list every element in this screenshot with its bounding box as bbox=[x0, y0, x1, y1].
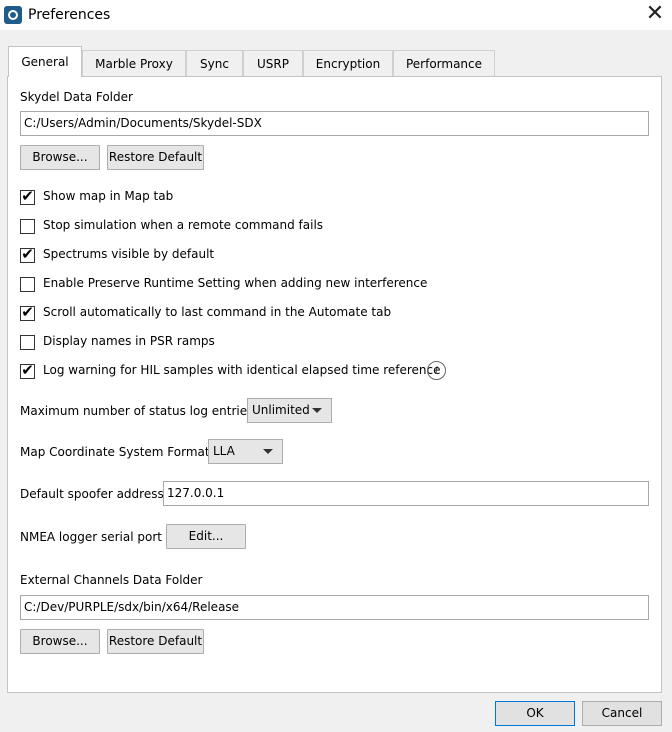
checkmark-icon bbox=[21, 217, 34, 232]
checkmark-icon: ✔ bbox=[21, 361, 34, 379]
tab-performance[interactable]: Performance bbox=[393, 50, 495, 77]
checkbox-label: Scroll automatically to last command in … bbox=[43, 305, 392, 319]
checkbox-label: Enable Preserve Runtime Setting when add… bbox=[43, 276, 428, 290]
checkbox-box[interactable] bbox=[20, 277, 35, 292]
coord-format-label: Map Coordinate System Format bbox=[20, 445, 210, 459]
checkbox-box[interactable] bbox=[20, 335, 35, 350]
ext-folder-browse-button[interactable]: Browse... bbox=[20, 629, 100, 654]
checkbox-label: Show map in Map tab bbox=[43, 189, 174, 203]
data-folder-input[interactable]: C:/Users/Admin/Documents/Skydel-SDX bbox=[20, 111, 649, 136]
tab-encryption[interactable]: Encryption bbox=[303, 50, 393, 77]
checkbox-label: Spectrums visible by default bbox=[43, 247, 215, 261]
tab-usrp[interactable]: USRP bbox=[243, 50, 303, 77]
checkbox-label: Display names in PSR ramps bbox=[43, 334, 215, 348]
app-logo-icon bbox=[4, 6, 22, 24]
window-title: Preferences bbox=[28, 7, 111, 23]
title-bar: Preferences ✕ bbox=[0, 0, 672, 30]
tab-marble-proxy[interactable]: Marble Proxy bbox=[82, 50, 186, 77]
checkmark-icon bbox=[21, 333, 34, 348]
nmea-edit-button[interactable]: Edit... bbox=[166, 524, 246, 549]
spoofer-address-input[interactable]: 127.0.0.1 bbox=[163, 481, 649, 506]
checkmark-icon: ✔ bbox=[21, 245, 34, 263]
coord-format-value: LLA bbox=[213, 444, 235, 458]
checkbox-label: Log warning for HIL samples with identic… bbox=[43, 363, 441, 377]
data-folder-restore-default-button[interactable]: Restore Default bbox=[107, 145, 204, 170]
data-folder-browse-button[interactable]: Browse... bbox=[20, 145, 100, 170]
checkbox-box[interactable]: ✔ bbox=[20, 303, 35, 321]
checkmark-icon: ✔ bbox=[21, 187, 34, 205]
max-log-value: Unlimited bbox=[252, 403, 310, 417]
chevron-down-icon bbox=[312, 408, 322, 413]
ext-folder-label: External Channels Data Folder bbox=[20, 573, 203, 587]
checkmark-icon bbox=[21, 275, 34, 290]
close-icon[interactable]: ✕ bbox=[640, 0, 670, 30]
ext-folder-restore-default-button[interactable]: Restore Default bbox=[107, 629, 204, 654]
spoofer-label: Default spoofer address bbox=[20, 487, 164, 501]
checkbox-box[interactable]: ✔ bbox=[20, 245, 35, 263]
checkbox-box[interactable]: ✔ bbox=[20, 361, 35, 379]
ext-folder-input[interactable]: C:/Dev/PURPLE/sdx/bin/x64/Release bbox=[20, 595, 649, 620]
checkbox-label: Stop simulation when a remote command fa… bbox=[43, 218, 324, 232]
checkbox-box[interactable] bbox=[20, 219, 35, 234]
tab-sync[interactable]: Sync bbox=[186, 50, 243, 77]
max-log-label: Maximum number of status log entries bbox=[20, 404, 254, 418]
checkbox-box[interactable]: ✔ bbox=[20, 187, 35, 205]
max-log-select[interactable]: Unlimited bbox=[247, 398, 332, 423]
data-folder-label: Skydel Data Folder bbox=[20, 90, 133, 104]
info-icon[interactable]: i bbox=[427, 361, 446, 380]
tab-general[interactable]: General bbox=[8, 46, 82, 77]
ok-button[interactable]: OK bbox=[495, 701, 575, 726]
chevron-down-icon bbox=[263, 449, 273, 454]
nmea-label: NMEA logger serial port bbox=[20, 530, 162, 544]
coord-format-select[interactable]: LLA bbox=[208, 439, 283, 464]
checkmark-icon: ✔ bbox=[21, 303, 34, 321]
cancel-button[interactable]: Cancel bbox=[582, 701, 662, 726]
